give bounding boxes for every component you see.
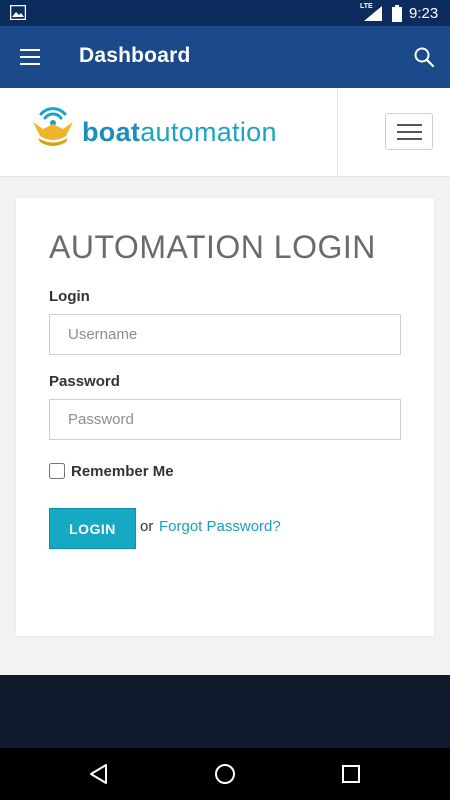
navigation-bar: [0, 748, 450, 800]
password-input[interactable]: [49, 399, 401, 440]
login-label: Login: [49, 288, 90, 305]
logo-word-bold: boat: [82, 117, 141, 147]
boatautomation-logo[interactable]: boatautomation: [30, 100, 310, 160]
hamburger-icon-bar: [397, 138, 422, 140]
or-text: or: [140, 518, 154, 535]
image-icon: [10, 5, 26, 20]
hamburger-menu-button[interactable]: [385, 113, 433, 150]
back-icon[interactable]: [87, 762, 111, 786]
hamburger-icon-bar: [397, 124, 422, 126]
logo-wordmark: boatautomation: [82, 117, 277, 148]
page-title: Dashboard: [79, 44, 191, 67]
password-label: Password: [49, 373, 120, 390]
hamburger-icon-bar: [397, 131, 422, 133]
logo-word-light: automation: [140, 117, 277, 147]
recents-icon[interactable]: [339, 762, 363, 786]
login-heading: AUTOMATION LOGIN: [49, 229, 376, 265]
username-input[interactable]: [49, 314, 401, 355]
header-divider: [337, 88, 338, 177]
page-footer: [0, 675, 450, 748]
signal-icon: [364, 6, 382, 21]
logo-crown-wifi-icon: [33, 107, 73, 146]
home-icon[interactable]: [213, 762, 237, 786]
app-bar: Dashboard: [0, 26, 450, 88]
login-card: AUTOMATION LOGIN Login Password Remember…: [16, 198, 434, 636]
forgot-password-link[interactable]: Forgot Password?: [159, 518, 281, 535]
menu-icon[interactable]: [18, 46, 42, 68]
site-header: boatautomation: [0, 88, 450, 177]
search-icon[interactable]: [412, 45, 436, 69]
remember-me-label[interactable]: Remember Me: [71, 463, 174, 480]
remember-me-checkbox[interactable]: [49, 463, 65, 479]
clock: 9:23: [409, 5, 439, 22]
battery-icon: [392, 5, 402, 22]
login-button[interactable]: LOGIN: [49, 508, 136, 549]
status-bar: LTE 9:23: [0, 0, 450, 26]
